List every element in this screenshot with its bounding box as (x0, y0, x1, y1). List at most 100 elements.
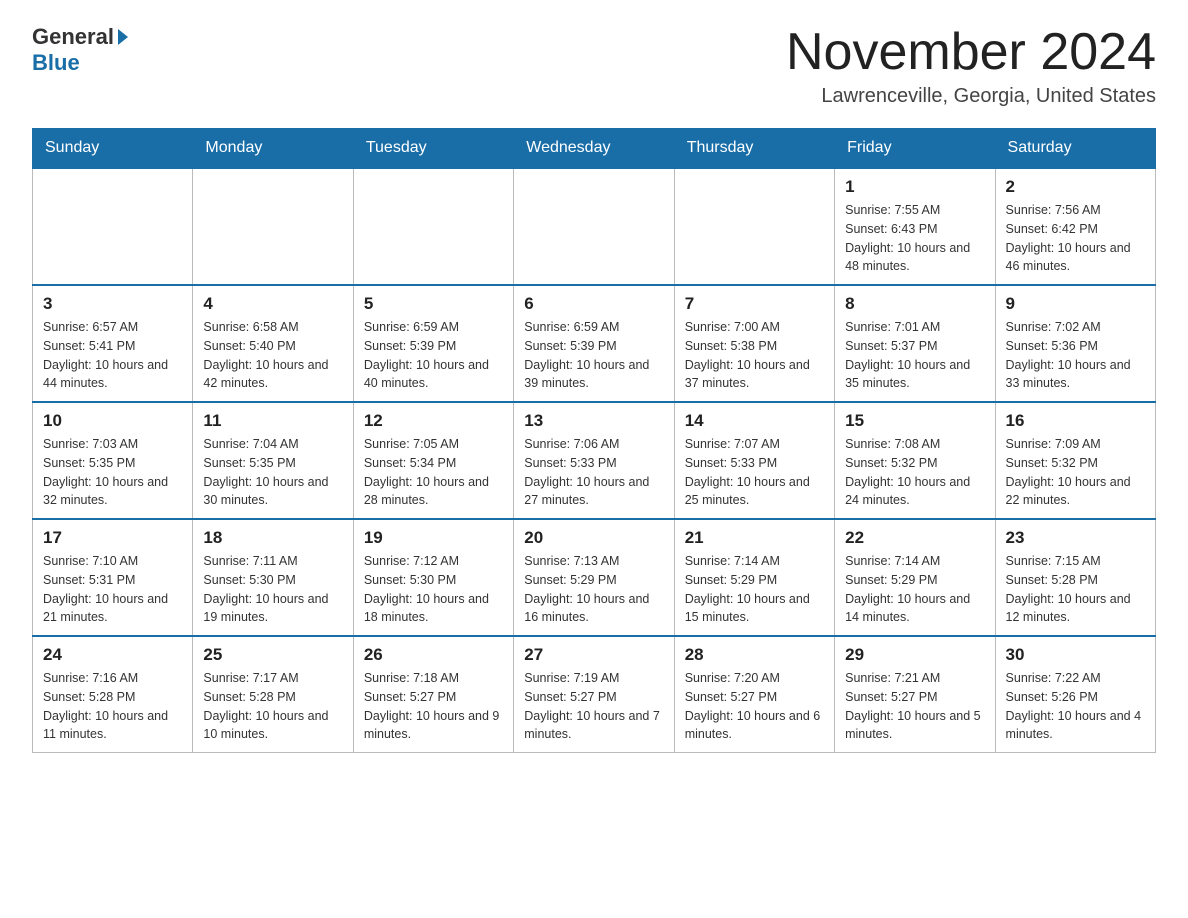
day-info: Sunrise: 7:01 AMSunset: 5:37 PMDaylight:… (845, 318, 984, 393)
day-info: Sunrise: 7:11 AMSunset: 5:30 PMDaylight:… (203, 552, 342, 627)
day-info: Sunrise: 7:12 AMSunset: 5:30 PMDaylight:… (364, 552, 503, 627)
calendar-cell: 30 Sunrise: 7:22 AMSunset: 5:26 PMDayligh… (995, 636, 1155, 753)
day-info: Sunrise: 7:05 AMSunset: 5:34 PMDaylight:… (364, 435, 503, 510)
day-number: 30 (1006, 645, 1145, 665)
day-number: 25 (203, 645, 342, 665)
day-number: 15 (845, 411, 984, 431)
calendar-cell: 10 Sunrise: 7:03 AMSunset: 5:35 PMDayligh… (33, 402, 193, 519)
calendar-cell: 16 Sunrise: 7:09 AMSunset: 5:32 PMDayligh… (995, 402, 1155, 519)
calendar-header-sunday: Sunday (33, 129, 193, 169)
day-number: 4 (203, 294, 342, 314)
calendar-cell (514, 168, 674, 285)
calendar-cell: 7Sunrise: 7:00 AMSunset: 5:38 PMDaylight… (674, 285, 834, 402)
day-info: Sunrise: 7:07 AMSunset: 5:33 PMDaylight:… (685, 435, 824, 510)
calendar-week-row: 3 Sunrise: 6:57 AMSunset: 5:41 PMDaylight… (33, 285, 1156, 402)
day-info: Sunrise: 7:02 AMSunset: 5:36 PMDaylight:… (1006, 318, 1145, 393)
day-info: Sunrise: 7:19 AMSunset: 5:27 PMDaylight:… (524, 669, 663, 744)
day-info: Sunrise: 7:55 AMSunset: 6:43 PMDaylight:… (845, 201, 984, 276)
day-info: Sunrise: 7:10 AMSunset: 5:31 PMDaylight:… (43, 552, 182, 627)
day-number: 23 (1006, 528, 1145, 548)
day-number: 16 (1006, 411, 1145, 431)
day-number: 11 (203, 411, 342, 431)
calendar-cell: 3 Sunrise: 6:57 AMSunset: 5:41 PMDaylight… (33, 285, 193, 402)
day-number: 3 (43, 294, 182, 314)
calendar-cell: 20Sunrise: 7:13 AMSunset: 5:29 PMDayligh… (514, 519, 674, 636)
day-info: Sunrise: 7:14 AMSunset: 5:29 PMDaylight:… (685, 552, 824, 627)
header: General Blue November 2024 Lawrenceville… (32, 24, 1156, 108)
day-number: 5 (364, 294, 503, 314)
day-number: 27 (524, 645, 663, 665)
calendar-header-friday: Friday (835, 129, 995, 169)
calendar-cell: 28 Sunrise: 7:20 AMSunset: 5:27 PMDayligh… (674, 636, 834, 753)
calendar-cell: 13Sunrise: 7:06 AMSunset: 5:33 PMDayligh… (514, 402, 674, 519)
logo-blue-label: Blue (32, 50, 80, 76)
day-number: 18 (203, 528, 342, 548)
calendar-cell: 4 Sunrise: 6:58 AMSunset: 5:40 PMDaylight… (193, 285, 353, 402)
calendar-cell: 29Sunrise: 7:21 AMSunset: 5:27 PMDayligh… (835, 636, 995, 753)
day-number: 2 (1006, 177, 1145, 197)
calendar-cell: 6 Sunrise: 6:59 AMSunset: 5:39 PMDaylight… (514, 285, 674, 402)
day-number: 13 (524, 411, 663, 431)
logo-arrow-icon (118, 29, 128, 45)
day-info: Sunrise: 7:04 AMSunset: 5:35 PMDaylight:… (203, 435, 342, 510)
calendar-header-thursday: Thursday (674, 129, 834, 169)
calendar-week-row: 10 Sunrise: 7:03 AMSunset: 5:35 PMDayligh… (33, 402, 1156, 519)
logo: General Blue (32, 24, 128, 76)
day-info: Sunrise: 7:20 AMSunset: 5:27 PMDaylight:… (685, 669, 824, 744)
day-number: 6 (524, 294, 663, 314)
day-number: 10 (43, 411, 182, 431)
calendar-cell: 9Sunrise: 7:02 AMSunset: 5:36 PMDaylight… (995, 285, 1155, 402)
calendar-cell (193, 168, 353, 285)
day-info: Sunrise: 7:03 AMSunset: 5:35 PMDaylight:… (43, 435, 182, 510)
calendar-cell: 11 Sunrise: 7:04 AMSunset: 5:35 PMDayligh… (193, 402, 353, 519)
calendar-cell: 24 Sunrise: 7:16 AMSunset: 5:28 PMDayligh… (33, 636, 193, 753)
day-info: Sunrise: 7:16 AMSunset: 5:28 PMDaylight:… (43, 669, 182, 744)
calendar-cell (674, 168, 834, 285)
day-info: Sunrise: 6:59 AMSunset: 5:39 PMDaylight:… (524, 318, 663, 393)
calendar-cell: 8 Sunrise: 7:01 AMSunset: 5:37 PMDaylight… (835, 285, 995, 402)
calendar-cell: 19Sunrise: 7:12 AMSunset: 5:30 PMDayligh… (353, 519, 513, 636)
calendar-cell: 21Sunrise: 7:14 AMSunset: 5:29 PMDayligh… (674, 519, 834, 636)
calendar-cell: 27 Sunrise: 7:19 AMSunset: 5:27 PMDayligh… (514, 636, 674, 753)
day-info: Sunrise: 6:58 AMSunset: 5:40 PMDaylight:… (203, 318, 342, 393)
calendar-header-saturday: Saturday (995, 129, 1155, 169)
day-info: Sunrise: 7:17 AMSunset: 5:28 PMDaylight:… (203, 669, 342, 744)
location-title: Lawrenceville, Georgia, United States (786, 85, 1156, 108)
day-number: 1 (845, 177, 984, 197)
day-number: 20 (524, 528, 663, 548)
day-number: 17 (43, 528, 182, 548)
day-info: Sunrise: 7:18 AMSunset: 5:27 PMDaylight:… (364, 669, 503, 744)
calendar-header-monday: Monday (193, 129, 353, 169)
logo-general-label: General (32, 24, 114, 50)
calendar-cell: 22Sunrise: 7:14 AMSunset: 5:29 PMDayligh… (835, 519, 995, 636)
calendar-header-wednesday: Wednesday (514, 129, 674, 169)
calendar-cell: 12Sunrise: 7:05 AMSunset: 5:34 PMDayligh… (353, 402, 513, 519)
title-area: November 2024 Lawrenceville, Georgia, Un… (786, 24, 1156, 108)
calendar-cell: 5 Sunrise: 6:59 AMSunset: 5:39 PMDaylight… (353, 285, 513, 402)
day-info: Sunrise: 7:09 AMSunset: 5:32 PMDaylight:… (1006, 435, 1145, 510)
calendar-cell: 17 Sunrise: 7:10 AMSunset: 5:31 PMDayligh… (33, 519, 193, 636)
day-info: Sunrise: 7:15 AMSunset: 5:28 PMDaylight:… (1006, 552, 1145, 627)
calendar-cell: 26 Sunrise: 7:18 AMSunset: 5:27 PMDayligh… (353, 636, 513, 753)
calendar-cell: 25 Sunrise: 7:17 AMSunset: 5:28 PMDayligh… (193, 636, 353, 753)
day-info: Sunrise: 6:57 AMSunset: 5:41 PMDaylight:… (43, 318, 182, 393)
calendar-cell: 15 Sunrise: 7:08 AMSunset: 5:32 PMDayligh… (835, 402, 995, 519)
day-number: 26 (364, 645, 503, 665)
calendar-header-tuesday: Tuesday (353, 129, 513, 169)
day-info: Sunrise: 7:08 AMSunset: 5:32 PMDaylight:… (845, 435, 984, 510)
day-number: 24 (43, 645, 182, 665)
calendar-week-row: 24 Sunrise: 7:16 AMSunset: 5:28 PMDayligh… (33, 636, 1156, 753)
day-number: 28 (685, 645, 824, 665)
day-number: 8 (845, 294, 984, 314)
calendar-week-row: 17 Sunrise: 7:10 AMSunset: 5:31 PMDayligh… (33, 519, 1156, 636)
day-number: 7 (685, 294, 824, 314)
day-info: Sunrise: 6:59 AMSunset: 5:39 PMDaylight:… (364, 318, 503, 393)
calendar-cell: 14 Sunrise: 7:07 AMSunset: 5:33 PMDayligh… (674, 402, 834, 519)
calendar-week-row: 1 Sunrise: 7:55 AMSunset: 6:43 PMDaylight… (33, 168, 1156, 285)
calendar: SundayMondayTuesdayWednesdayThursdayFrid… (32, 128, 1156, 753)
day-number: 14 (685, 411, 824, 431)
day-info: Sunrise: 7:14 AMSunset: 5:29 PMDaylight:… (845, 552, 984, 627)
logo-general-text: General (32, 24, 128, 50)
day-info: Sunrise: 7:22 AMSunset: 5:26 PMDaylight:… (1006, 669, 1145, 744)
calendar-cell (353, 168, 513, 285)
